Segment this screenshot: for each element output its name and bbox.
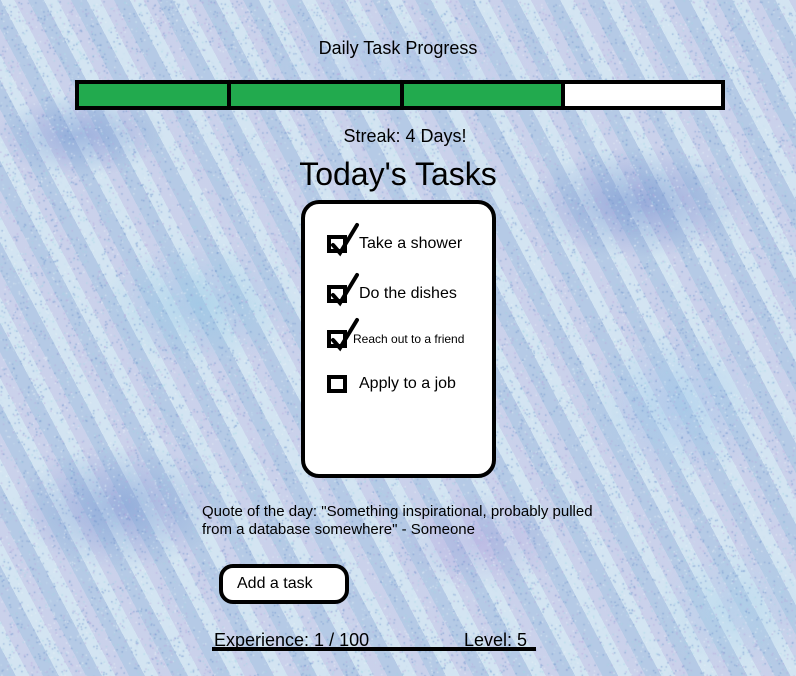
checkmark-icon <box>331 223 359 257</box>
task-checkbox[interactable] <box>327 318 359 352</box>
task-checkbox[interactable] <box>327 375 347 393</box>
quote-of-the-day: Quote of the day: "Something inspiration… <box>202 503 593 538</box>
task-item[interactable]: Do the dishes <box>327 273 457 307</box>
task-label: Reach out to a friend <box>353 332 465 346</box>
tasks-heading: Today's Tasks <box>299 156 497 192</box>
progress-segment <box>404 84 565 106</box>
task-label: Apply to a job <box>359 375 456 392</box>
progress-segment <box>79 84 232 106</box>
progress-segment <box>564 84 721 106</box>
task-item[interactable]: Reach out to a friend <box>327 318 465 352</box>
task-label: Do the dishes <box>359 285 457 302</box>
add-task-button[interactable]: Add a task <box>219 564 349 604</box>
daily-progress-bar <box>75 80 725 110</box>
checkmark-icon <box>331 318 359 352</box>
task-label: Take a shower <box>359 235 463 252</box>
progress-title: Daily Task Progress <box>318 38 478 58</box>
task-item[interactable]: Take a shower <box>327 223 463 257</box>
footer-underline <box>212 647 536 651</box>
task-checkbox[interactable] <box>327 223 359 257</box>
task-checkbox[interactable] <box>327 273 359 307</box>
task-item[interactable]: Apply to a job <box>327 375 456 393</box>
progress-segment <box>231 84 405 106</box>
tasks-panel: Take a shower Do the dishes Reach out to… <box>301 200 496 478</box>
checkmark-icon <box>331 273 359 307</box>
streak-text: Streak: 4 Days! <box>343 126 467 146</box>
